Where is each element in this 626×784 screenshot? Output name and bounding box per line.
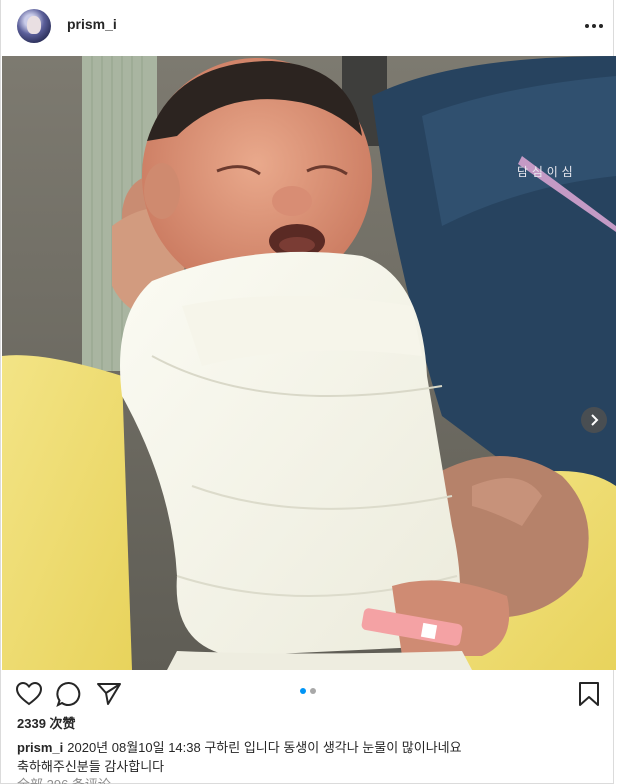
bookmark-icon[interactable] bbox=[575, 680, 603, 708]
heart-icon[interactable] bbox=[15, 680, 43, 708]
post-header: prism_i bbox=[1, 0, 615, 56]
post-card: prism_i 담 심 이 심 2339 次赞 prism_i 2020년 08… bbox=[0, 0, 616, 784]
svg-text:담 심 이 심: 담 심 이 심 bbox=[517, 165, 573, 179]
comment-icon[interactable] bbox=[55, 680, 83, 708]
view-comments-link[interactable]: 全部 296 条评论 bbox=[17, 776, 111, 784]
likes-count[interactable]: 2339 次赞 bbox=[17, 713, 76, 732]
caption-text-line2: 축하해주신분들 감사합니다 bbox=[17, 759, 165, 774]
post-caption: prism_i 2020년 08월10일 14:38 구하린 입니다 동생이 생각… bbox=[17, 738, 597, 776]
chevron-right-icon[interactable] bbox=[581, 407, 607, 433]
newborn-photo-image: 담 심 이 심 bbox=[2, 56, 616, 670]
post-username[interactable]: prism_i bbox=[67, 16, 117, 32]
caption-username[interactable]: prism_i bbox=[17, 740, 63, 755]
caption-text-line1: 2020년 08월10일 14:38 구하린 입니다 동생이 생각나 눈물이 많… bbox=[67, 740, 462, 755]
carousel-dot-active bbox=[300, 688, 306, 694]
action-bar bbox=[1, 672, 615, 716]
carousel-dot bbox=[310, 688, 316, 694]
carousel-indicator bbox=[300, 688, 316, 694]
paper-plane-icon[interactable] bbox=[95, 680, 123, 708]
post-photo[interactable]: 담 심 이 심 bbox=[2, 56, 616, 670]
more-options-icon[interactable] bbox=[584, 16, 604, 36]
avatar[interactable] bbox=[17, 9, 51, 43]
